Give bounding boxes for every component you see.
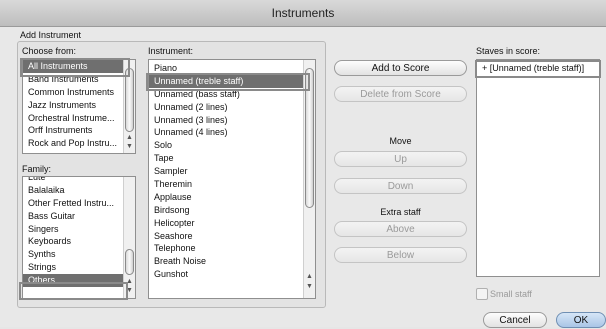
list-item[interactable]: Unnamed (bass staff) [149, 88, 315, 101]
list-item[interactable]: Strings [23, 261, 135, 274]
scroll-down-arrow-icon[interactable]: ▼ [304, 282, 315, 291]
list-item[interactable]: Orff Instruments [23, 124, 135, 137]
choose-from-list[interactable]: All Instruments Band Instruments Common In… [22, 59, 136, 154]
list-item[interactable]: Unnamed (2 lines) [149, 101, 315, 114]
list-item[interactable]: Rock and Pop Instru... [23, 137, 135, 150]
list-item[interactable]: Unnamed (treble staff) [149, 74, 315, 88]
list-item[interactable]: Telephone [149, 242, 315, 255]
choose-from-items: All Instruments Band Instruments Common In… [23, 60, 135, 150]
extra-staff-above-button[interactable]: Above [334, 221, 467, 237]
list-item[interactable]: Others [23, 274, 135, 288]
scroll-thumb[interactable] [125, 68, 134, 132]
scroll-thumb[interactable] [125, 249, 134, 275]
list-item[interactable]: Synths [23, 248, 135, 261]
instrument-items: Piano Unnamed (treble staff) Unnamed (bass… [149, 62, 315, 281]
list-item[interactable]: Common Instruments [23, 86, 135, 99]
scroll-thumb[interactable] [305, 68, 314, 208]
list-item[interactable]: Sampler [149, 165, 315, 178]
list-item[interactable]: Unnamed (4 lines) [149, 126, 315, 139]
extra-staff-label: Extra staff [380, 207, 421, 217]
list-item[interactable]: Lute [23, 177, 135, 184]
list-item[interactable]: Singers [23, 223, 135, 236]
list-item[interactable]: Seashore [149, 230, 315, 243]
scroll-up-arrow-icon[interactable]: ▲ [124, 277, 135, 286]
list-item[interactable]: Piano [149, 62, 315, 75]
add-instrument-group-label: Add Instrument [20, 30, 82, 40]
move-label: Move [389, 136, 412, 146]
staves-items: + [Unnamed (treble staff)] [477, 62, 599, 75]
choose-from-scrollbar[interactable]: ▲ ▼ [123, 60, 135, 153]
list-item[interactable]: Solo [149, 139, 315, 152]
family-list[interactable]: Lute Balalaika Other Fretted Instru... Bass… [22, 176, 136, 299]
extra-staff-below-button[interactable]: Below [334, 247, 467, 263]
family-scrollbar[interactable]: ▲ ▼ [123, 177, 135, 298]
list-item[interactable]: Breath Noise [149, 255, 315, 268]
list-item[interactable]: Unnamed (3 lines) [149, 114, 315, 127]
family-items: Lute Balalaika Other Fretted Instru... Bass… [23, 177, 135, 288]
list-item[interactable]: All Instruments [23, 60, 135, 73]
scroll-up-arrow-icon[interactable]: ▲ [124, 133, 135, 142]
instrument-scrollbar[interactable]: ▲ ▼ [303, 60, 315, 298]
list-item[interactable]: Band Instruments [23, 73, 135, 86]
list-item[interactable]: Other Fretted Instru... [23, 197, 135, 210]
ok-button[interactable]: OK [556, 312, 606, 328]
list-item[interactable]: Tape [149, 152, 315, 165]
list-item[interactable]: Bass Guitar [23, 210, 135, 223]
instruments-dialog: Instruments Add Instrument Choose from: … [0, 0, 606, 328]
scroll-down-arrow-icon[interactable]: ▼ [124, 142, 135, 151]
list-item[interactable]: Birdsong [149, 204, 315, 217]
move-up-button[interactable]: Up [334, 151, 467, 167]
instrument-label: Instrument: [148, 46, 194, 56]
small-staff-label: Small staff [490, 289, 532, 299]
move-down-button[interactable]: Down [334, 178, 467, 194]
add-to-score-button[interactable]: Add to Score [334, 60, 467, 76]
scroll-down-arrow-icon[interactable]: ▼ [124, 286, 135, 295]
list-item[interactable]: Orchestral Instrume... [23, 112, 135, 125]
scroll-up-arrow-icon[interactable]: ▲ [304, 272, 315, 281]
list-item[interactable]: Helicopter [149, 217, 315, 230]
list-item[interactable]: + [Unnamed (treble staff)] [477, 62, 599, 75]
list-item[interactable]: Balalaika [23, 184, 135, 197]
list-item[interactable]: Applause [149, 191, 315, 204]
staves-in-score-list[interactable]: + [Unnamed (treble staff)] [476, 59, 600, 277]
window-title: Instruments [0, 0, 606, 27]
list-item[interactable]: Gunshot [149, 268, 315, 281]
list-item[interactable]: Keyboards [23, 235, 135, 248]
delete-from-score-button[interactable]: Delete from Score [334, 86, 467, 102]
instrument-list[interactable]: Piano Unnamed (treble staff) Unnamed (bass… [148, 59, 316, 299]
list-item[interactable]: Theremin [149, 178, 315, 191]
cancel-button[interactable]: Cancel [483, 312, 547, 328]
family-label: Family: [22, 164, 51, 174]
small-staff-checkbox[interactable] [476, 288, 488, 300]
list-item[interactable]: Jazz Instruments [23, 99, 135, 112]
choose-from-label: Choose from: [22, 46, 77, 56]
staves-in-score-label: Staves in score: [476, 46, 541, 56]
